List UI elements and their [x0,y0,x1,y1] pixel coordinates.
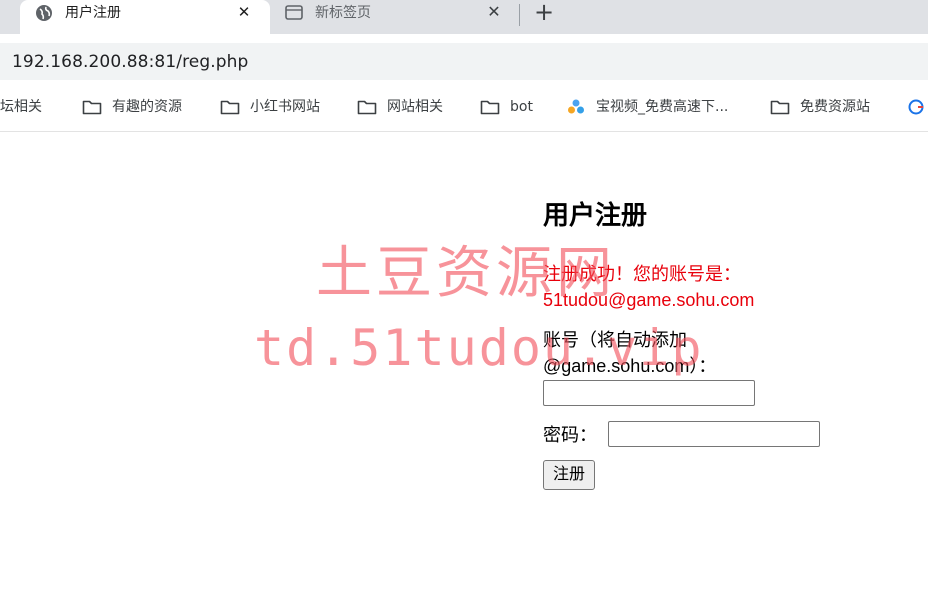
bookmark-folder[interactable]: 论坛相关 [0,96,42,118]
close-icon[interactable]: ✕ [236,2,252,22]
bookmark-folder[interactable]: 小红书网站 [220,96,320,118]
page-content: 用户注册 注册成功！您的账号是：51tudou@game.sohu.com 账号… [0,133,928,609]
close-icon[interactable]: ✕ [486,2,502,22]
tab-title: 用户注册 [65,5,121,21]
tab-user-registration[interactable]: 用户注册 ✕ [20,0,270,34]
bookmark-link[interactable]: 宝视频_免费高速下... [566,96,728,118]
site-favicon-icon [906,98,926,116]
bookmark-label: 论坛相关 [0,99,42,115]
bookmark-label: 网站相关 [387,99,443,115]
new-tab-button[interactable]: + [533,0,555,26]
account-input[interactable] [543,380,755,406]
bookmark-folder[interactable]: 免费资源站 [770,96,870,118]
folder-icon [480,98,500,116]
password-label: 密码： [543,425,597,445]
folder-icon [82,98,102,116]
browser-toolbar: 192.168.200.88:81/reg.php [0,34,928,84]
bookmark-link[interactable] [906,96,928,118]
password-input[interactable] [608,421,820,447]
success-message: 注册成功！您的账号是：51tudou@game.sohu.com [543,264,755,310]
tab-title: 新标签页 [315,5,371,21]
folder-icon [770,98,790,116]
bookmarks-bar: 论坛相关 有趣的资源 小红书网站 网站相关 bot 宝视频_免 [0,84,928,132]
account-label: 账号（将自动添加@game.sohu.com）： [543,330,717,376]
bookmark-label: 有趣的资源 [112,99,182,115]
site-favicon-icon [566,98,586,116]
globe-icon [34,3,54,23]
bookmark-folder[interactable]: 有趣的资源 [82,96,182,118]
address-url[interactable]: 192.168.200.88:81/reg.php [12,51,248,73]
bookmark-label: 小红书网站 [250,99,320,115]
bookmark-folder[interactable]: 网站相关 [357,96,443,118]
folder-icon [220,98,240,116]
tab-separator [519,4,520,26]
tab-new-tab[interactable]: 新标签页 ✕ [270,0,520,34]
page-title: 用户注册 [543,200,648,230]
address-bar[interactable]: 192.168.200.88:81/reg.php [0,43,928,80]
folder-icon [357,98,377,116]
bookmark-label: bot [510,99,533,115]
tab-strip: 用户注册 ✕ 新标签页 ✕ + [0,0,928,34]
bookmark-label: 免费资源站 [800,99,870,115]
bookmark-folder[interactable]: bot [480,96,533,118]
new-tab-page-icon [284,3,304,23]
bookmark-label: 宝视频_免费高速下... [596,99,729,115]
register-button[interactable]: 注册 [543,460,595,490]
